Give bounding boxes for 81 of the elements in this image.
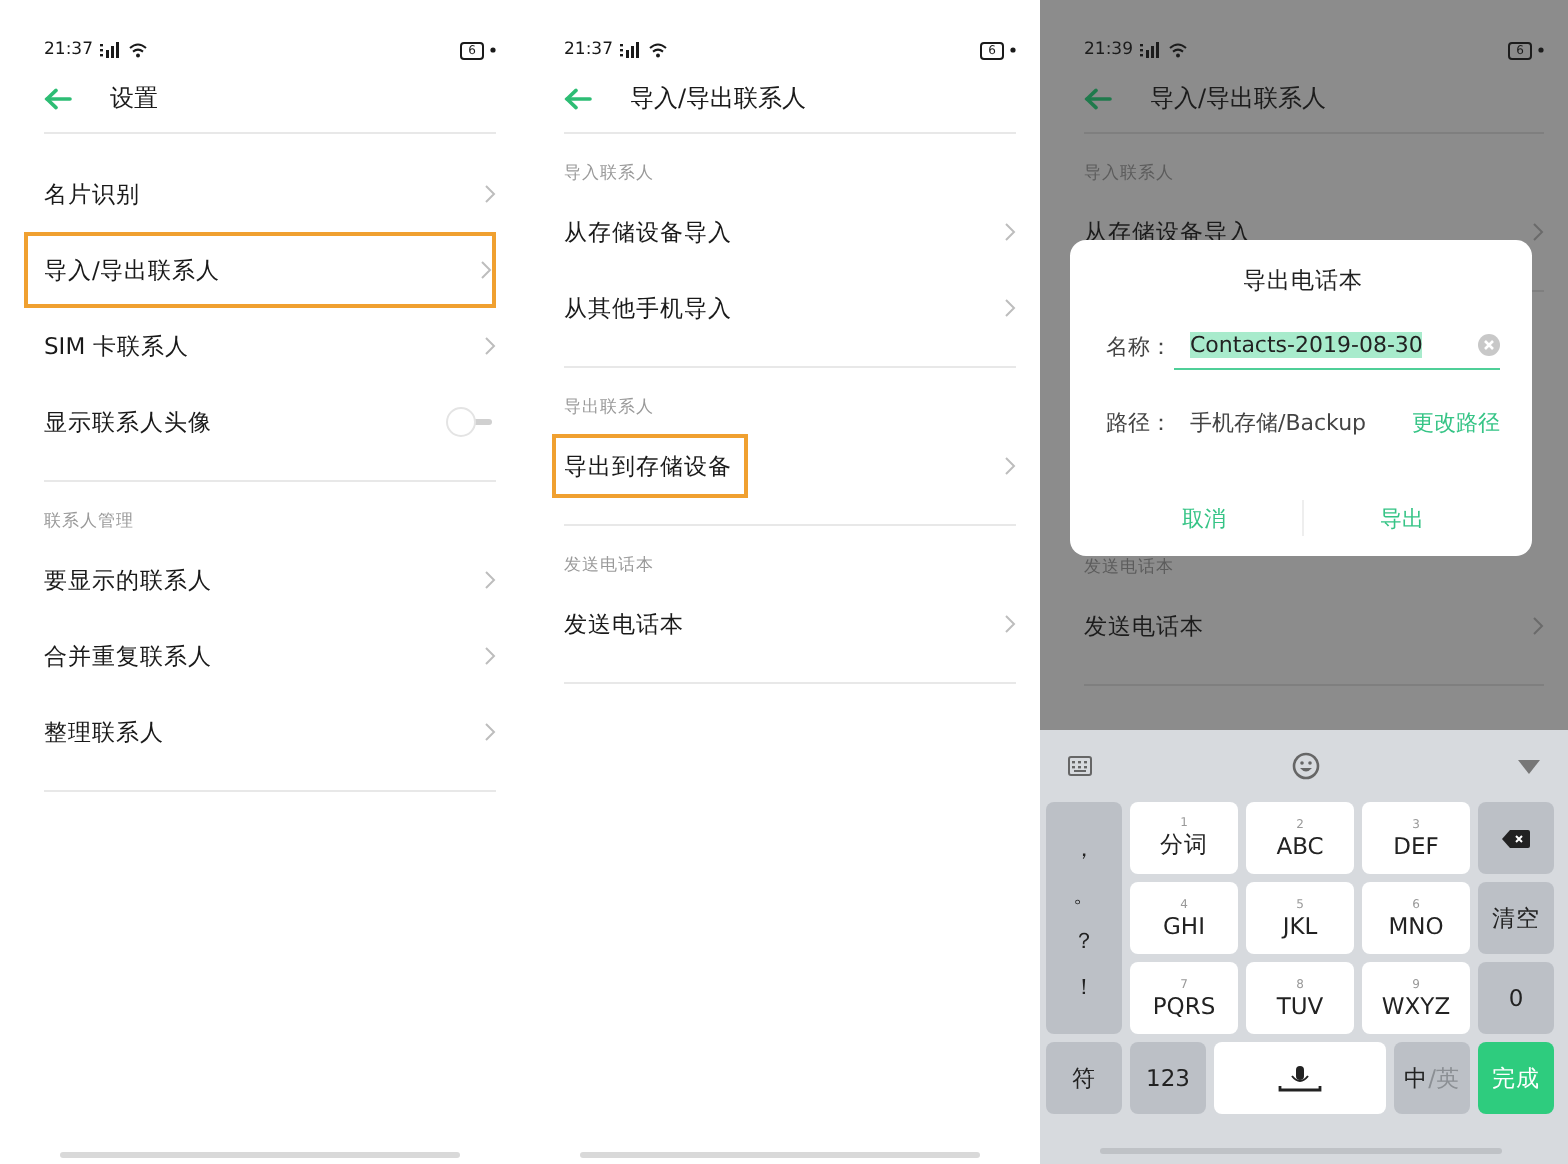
wifi-icon	[647, 42, 667, 58]
microphone-icon	[1278, 1065, 1322, 1091]
field-label: 路径：	[1106, 407, 1174, 437]
chevron-icon	[1004, 456, 1016, 476]
name-input-field[interactable]: Contacts-2019-08-30	[1174, 323, 1500, 369]
highlighted-row-label: 导出到存储设备	[552, 434, 748, 498]
chevron-icon	[484, 336, 496, 356]
path-value: 手机存储/Backup	[1190, 407, 1369, 437]
chevron-icon	[484, 184, 496, 204]
section-heading: 导入联系人	[564, 162, 654, 186]
row-label: 要显示的联系人	[44, 565, 214, 595]
back-arrow-icon	[564, 87, 592, 109]
signal-icon	[99, 42, 121, 58]
screen-title: 设置	[110, 81, 158, 115]
back-button[interactable]	[564, 87, 592, 109]
chevron-icon	[1004, 298, 1016, 318]
keyboard-icon[interactable]	[1068, 756, 1092, 776]
backspace-key[interactable]	[1478, 802, 1554, 874]
charging-icon	[1538, 46, 1544, 54]
punctuation-key[interactable]: ， 。 ？ ！	[1046, 802, 1122, 1034]
chevron-icon	[1532, 616, 1544, 636]
section-heading: 发送电话本	[564, 554, 654, 578]
list-item[interactable]: 发送电话本	[1084, 588, 1544, 664]
row-label: SIM 卡联系人	[44, 331, 191, 361]
section-heading: 联系人管理	[44, 510, 134, 534]
key[interactable]: 0	[1478, 962, 1554, 1034]
row-label: 合并重复联系人	[44, 641, 214, 671]
list-item[interactable]: SIM 卡联系人	[44, 308, 496, 384]
row-label: 整理联系人	[44, 717, 166, 747]
signal-icon	[619, 42, 641, 58]
chevron-icon	[480, 260, 492, 280]
row-label: 从其他手机导入	[564, 293, 734, 323]
back-button[interactable]	[44, 87, 72, 109]
smiley-icon[interactable]	[1291, 752, 1319, 780]
list-item[interactable]: 要显示的联系人	[44, 542, 496, 618]
signal-icon	[1139, 42, 1161, 58]
row-label: 发送电话本	[1084, 611, 1206, 641]
list-item[interactable]: 导出到存储设备	[548, 428, 1016, 504]
status-time: 21:37	[44, 40, 93, 60]
row-label: 显示联系人头像	[44, 407, 214, 437]
dialog-title: 导出电话本	[1243, 266, 1363, 296]
row-label: 从存储设备导入	[564, 217, 734, 247]
status-time: 21:37	[564, 40, 613, 60]
charging-icon	[490, 46, 496, 54]
back-arrow-icon	[44, 87, 72, 109]
wifi-icon	[127, 42, 147, 58]
collapse-icon[interactable]	[1518, 759, 1540, 773]
wifi-icon	[1167, 42, 1187, 58]
screen-title: 导入/导出联系人	[630, 81, 807, 115]
list-item[interactable]: 从其他手机导入	[564, 270, 1016, 346]
chevron-icon	[1532, 222, 1544, 242]
row-label: 导入/导出联系人	[44, 255, 222, 285]
list-item[interactable]: 整理联系人	[44, 694, 496, 770]
section-heading: 导出联系人	[564, 396, 654, 420]
row-label: 名片识别	[44, 179, 142, 209]
list-item[interactable]: 名片识别	[44, 156, 496, 232]
key[interactable]: 123	[1130, 1042, 1206, 1114]
toggle-switch[interactable]	[444, 406, 496, 438]
back-arrow-icon	[1084, 87, 1112, 109]
highlighted-list-item[interactable]: 导入/导出联系人	[24, 232, 496, 308]
backspace-icon	[1502, 829, 1530, 847]
chevron-icon	[484, 722, 496, 742]
list-item[interactable]: 合并重复联系人	[44, 618, 496, 694]
field-value: Contacts-2019-08-30	[1190, 332, 1423, 358]
row-label: 发送电话本	[564, 609, 686, 639]
space-key[interactable]	[1214, 1042, 1386, 1114]
chevron-icon	[1004, 222, 1016, 242]
chevron-icon	[484, 570, 496, 590]
clear-icon[interactable]	[1478, 334, 1500, 356]
chevron-icon	[484, 646, 496, 666]
status-time: 21:39	[1084, 40, 1133, 60]
screen-title: 导入/导出联系人	[1150, 81, 1327, 115]
chevron-icon	[1004, 614, 1016, 634]
back-button[interactable]	[1084, 87, 1112, 109]
switch-row[interactable]: 显示联系人头像	[44, 384, 496, 460]
charging-icon	[1010, 46, 1016, 54]
key[interactable]: 符	[1046, 1042, 1122, 1114]
key[interactable]: 清空	[1478, 882, 1554, 954]
field-label: 名称：	[1106, 331, 1174, 361]
list-item[interactable]: 从存储设备导入	[564, 194, 1016, 270]
list-item[interactable]: 发送电话本	[564, 586, 1016, 662]
